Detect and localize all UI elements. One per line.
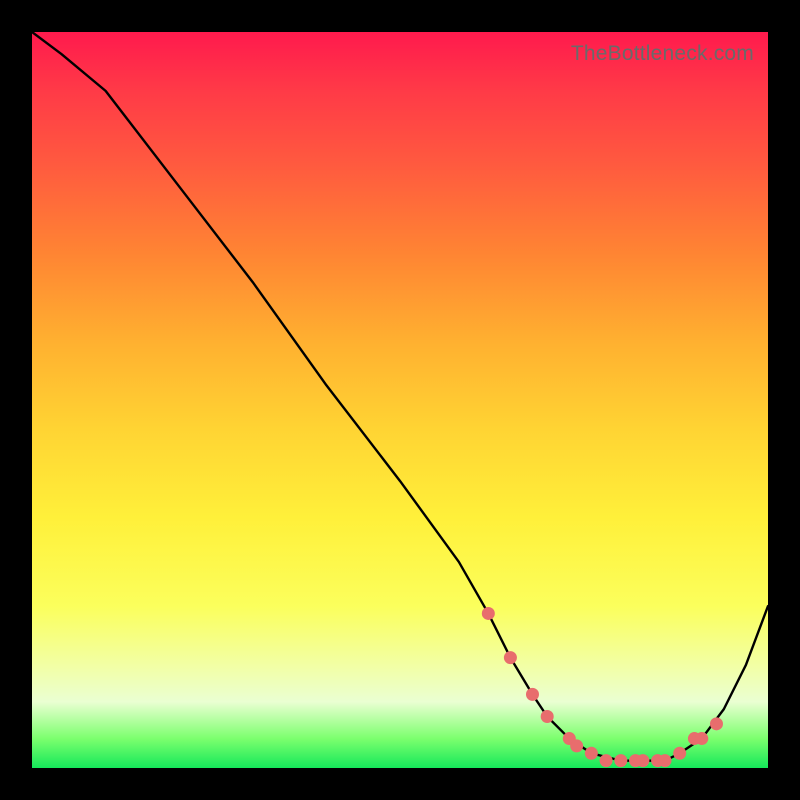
curve-marker [585, 747, 598, 760]
curve-marker [570, 739, 583, 752]
curve-marker [526, 688, 539, 701]
curve-marker [600, 754, 613, 767]
plot-area: TheBottleneck.com [32, 32, 768, 768]
curve-marker [482, 607, 495, 620]
curve-marker [541, 710, 554, 723]
curve-marker [710, 717, 723, 730]
chart-frame: TheBottleneck.com [0, 0, 800, 800]
curve-marker [636, 754, 649, 767]
curve-marker [673, 747, 686, 760]
curve-marker [614, 754, 627, 767]
chart-svg [32, 32, 768, 768]
curve-marker [504, 651, 517, 664]
bottleneck-curve [32, 32, 768, 761]
curve-marker [695, 732, 708, 745]
curve-markers [482, 607, 723, 767]
curve-marker [658, 754, 671, 767]
